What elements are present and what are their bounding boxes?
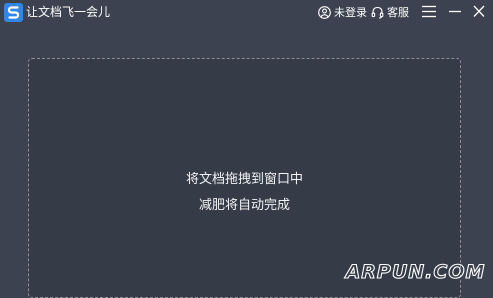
- drop-instruction: 将文档拖拽到窗口中: [185, 172, 303, 187]
- login-button[interactable]: 未登录: [318, 4, 367, 21]
- close-icon[interactable]: [471, 4, 487, 19]
- file-drop-zone[interactable]: 将文档拖拽到窗口中 减肥将自动完成: [28, 58, 461, 298]
- customer-service-label: 客服: [387, 5, 409, 19]
- hamburger-menu-icon[interactable]: [420, 4, 438, 19]
- app-logo-icon: [4, 3, 23, 22]
- login-label: 未登录: [334, 5, 367, 19]
- drop-subtext: 减肥将自动完成: [198, 198, 290, 213]
- title-bar: 让文档飞一会儿 未登录 客服: [0, 0, 493, 26]
- customer-service-button[interactable]: 客服: [371, 4, 409, 21]
- app-title: 让文档飞一会儿: [26, 5, 111, 19]
- minimize-icon[interactable]: [447, 4, 463, 19]
- headset-icon: [371, 6, 384, 19]
- user-icon: [318, 6, 331, 19]
